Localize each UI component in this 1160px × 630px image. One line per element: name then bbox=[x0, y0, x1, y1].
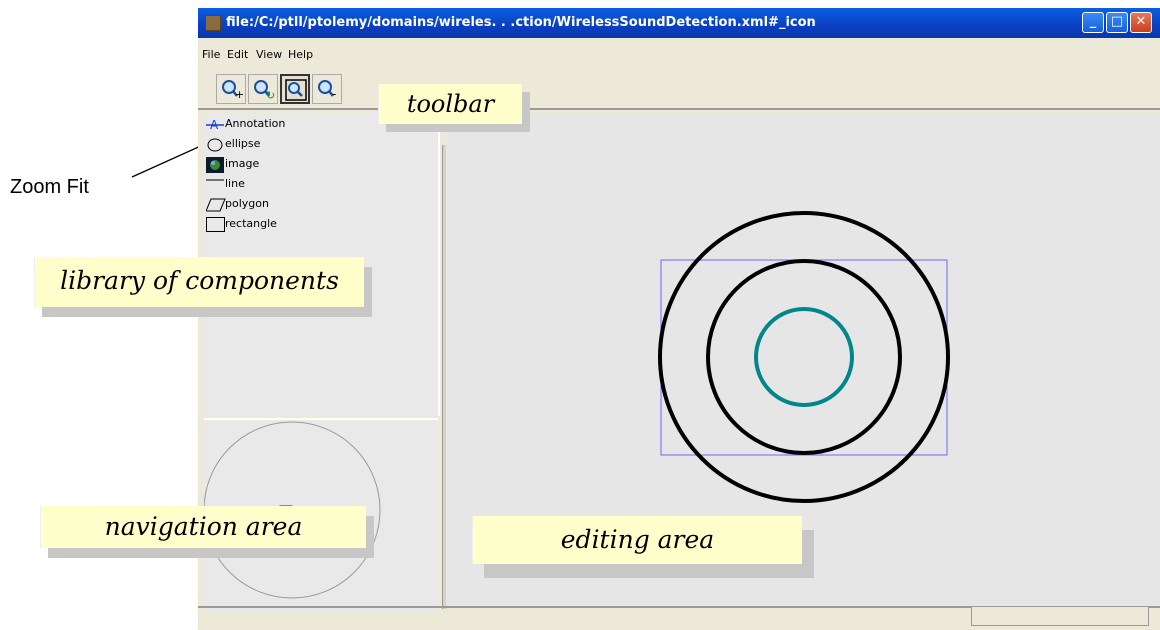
zoom-in-icon: + bbox=[222, 80, 244, 101]
zoom-in-button[interactable]: + bbox=[216, 74, 246, 104]
zoom-fit-button[interactable] bbox=[280, 74, 310, 104]
zoom-fit-icon bbox=[285, 79, 307, 101]
selection-box bbox=[660, 259, 948, 456]
menu-view[interactable]: View bbox=[256, 48, 282, 61]
image-icon bbox=[206, 157, 224, 173]
zoom-out-icon: - bbox=[318, 80, 336, 101]
menu-edit[interactable]: Edit bbox=[227, 48, 248, 61]
zoom-reset-button[interactable]: ↻ bbox=[248, 74, 278, 104]
toolbar-divider bbox=[198, 108, 1160, 110]
outer-circle bbox=[658, 211, 950, 503]
svg-text:-: - bbox=[332, 87, 336, 101]
library-item-ellipse[interactable]: ellipse bbox=[204, 135, 404, 155]
status-field bbox=[971, 606, 1149, 626]
menu-help[interactable]: Help bbox=[288, 48, 313, 61]
menu-file[interactable]: File bbox=[202, 48, 220, 61]
maximize-icon: □ bbox=[1110, 14, 1124, 29]
svg-text:+: + bbox=[235, 88, 244, 101]
line-icon bbox=[206, 179, 224, 181]
zoom-out-button[interactable]: - bbox=[312, 74, 342, 104]
navigation-callout-text: navigation area bbox=[40, 506, 366, 548]
minimize-button[interactable]: _ bbox=[1082, 12, 1104, 33]
rectangle-icon bbox=[206, 217, 225, 232]
maximize-button[interactable]: □ bbox=[1106, 12, 1128, 33]
library-item-image[interactable]: image bbox=[204, 155, 404, 175]
title-bar[interactable]: file:/C:/ptll/ptolemy/domains/wireles. .… bbox=[198, 8, 1160, 38]
editing-callout-text: editing area bbox=[472, 516, 802, 564]
library-callout-text: library of components bbox=[34, 257, 364, 307]
library-item-label: Annotation bbox=[225, 117, 286, 130]
library-item-rectangle[interactable]: rectangle bbox=[204, 215, 404, 235]
inner-circle bbox=[754, 307, 854, 407]
minimize-icon: _ bbox=[1089, 14, 1097, 29]
svg-text:↻: ↻ bbox=[266, 89, 275, 102]
zoom-reset-icon: ↻ bbox=[254, 80, 275, 102]
app-icon bbox=[205, 15, 221, 31]
close-icon: ✕ bbox=[1135, 14, 1147, 29]
menu-bar: File Edit View Help bbox=[198, 46, 1160, 64]
annotation-icon: A bbox=[206, 118, 224, 132]
toolbar-callout-text: toolbar bbox=[378, 84, 522, 124]
close-button[interactable]: ✕ bbox=[1130, 12, 1152, 33]
library-item-label: polygon bbox=[225, 197, 269, 210]
library-item-label: ellipse bbox=[225, 137, 261, 150]
library-item-label: line bbox=[225, 177, 245, 190]
polygon-icon bbox=[206, 198, 226, 212]
library-item-label: rectangle bbox=[225, 217, 277, 230]
ellipse-icon bbox=[207, 138, 223, 152]
middle-circle bbox=[706, 259, 902, 455]
library-item-line[interactable]: line bbox=[204, 175, 404, 195]
toolbar: + ↻ - bbox=[202, 74, 352, 106]
library-item-annotation[interactable]: A Annotation bbox=[204, 115, 404, 135]
svg-text:A: A bbox=[210, 118, 219, 132]
window-title: file:/C:/ptll/ptolemy/domains/wireles. .… bbox=[226, 15, 816, 30]
library-item-polygon[interactable]: polygon bbox=[204, 195, 404, 215]
library-item-label: image bbox=[225, 157, 260, 170]
